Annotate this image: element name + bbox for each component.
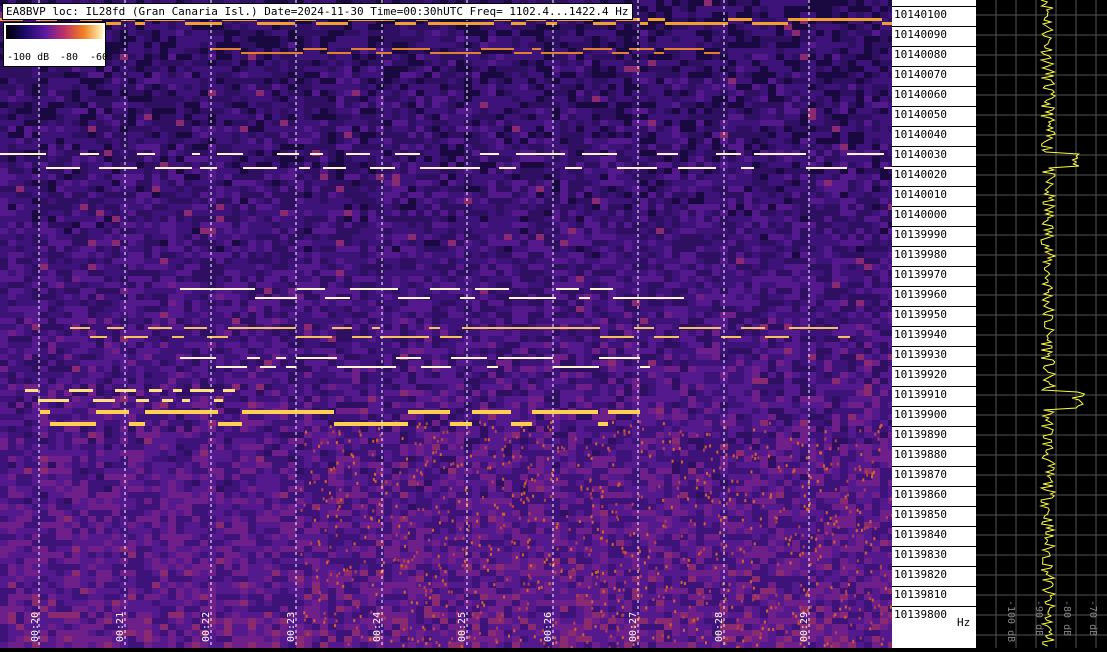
freq-tick: 10139980 <box>892 246 976 266</box>
freq-tick: 10140050 <box>892 106 976 126</box>
freq-tick: 10139830 <box>892 546 976 566</box>
waterfall-display[interactable] <box>0 0 892 648</box>
db-label: -100 dB <box>1005 600 1016 642</box>
freq-label: 10140040 <box>894 128 947 141</box>
freq-unit-label: Hz <box>957 616 970 629</box>
time-label: 00:23 <box>286 612 297 642</box>
freq-label: 10139850 <box>894 508 947 521</box>
freq-tick: 10139920 <box>892 366 976 386</box>
freq-tick: 10139910 <box>892 386 976 406</box>
freq-label: 10140100 <box>894 8 947 21</box>
freq-label: 10140050 <box>894 108 947 121</box>
time-label: 00:24 <box>372 612 383 642</box>
legend-label-max: -60 <box>90 52 108 63</box>
freq-label: 10139820 <box>894 568 947 581</box>
freq-tick: 10139990 <box>892 226 976 246</box>
spectrum-trace <box>976 0 1107 648</box>
freq-label: 10140080 <box>894 48 947 61</box>
freq-label: 10140070 <box>894 68 947 81</box>
freq-tick: 10140000 <box>892 206 976 226</box>
freq-label: 10139930 <box>894 348 947 361</box>
freq-tick: 10139850 <box>892 506 976 526</box>
freq-label: 10139920 <box>894 368 947 381</box>
freq-tick: 10140010 <box>892 186 976 206</box>
time-label: 00:22 <box>201 612 212 642</box>
freq-tick: 10140020 <box>892 166 976 186</box>
freq-label: 10139800 <box>894 608 947 621</box>
freq-tick: 10139870 <box>892 466 976 486</box>
freq-label: 10140090 <box>894 28 947 41</box>
freq-label: 10139890 <box>894 428 947 441</box>
freq-tick: 10140060 <box>892 86 976 106</box>
freq-tick: 10139950 <box>892 306 976 326</box>
freq-label: 10139970 <box>894 268 947 281</box>
waterfall-canvas <box>0 0 892 648</box>
legend-label-min: -100 dB <box>7 52 49 63</box>
freq-label: 10139900 <box>894 408 947 421</box>
color-legend: -100 dB -80 -60 <box>3 22 106 67</box>
freq-label: 10139830 <box>894 548 947 561</box>
freq-label: 10140010 <box>894 188 947 201</box>
freq-label: 10140020 <box>894 168 947 181</box>
freq-tick: 10140100 <box>892 6 976 26</box>
freq-label: 10139840 <box>894 528 947 541</box>
freq-label: 10139980 <box>894 248 947 261</box>
freq-label: 10139940 <box>894 328 947 341</box>
freq-label: 10139960 <box>894 288 947 301</box>
freq-label: 10140000 <box>894 208 947 221</box>
freq-tick: 10139860 <box>892 486 976 506</box>
freq-label: 10139910 <box>894 388 947 401</box>
freq-tick: 10140040 <box>892 126 976 146</box>
time-label: 00:20 <box>30 612 41 642</box>
freq-label: 10140030 <box>894 148 947 161</box>
freq-tick: 10139890 <box>892 426 976 446</box>
freq-tick: 10140080 <box>892 46 976 66</box>
freq-label: 10139860 <box>894 488 947 501</box>
freq-tick: 10139900 <box>892 406 976 426</box>
freq-label: 10139880 <box>894 448 947 461</box>
freq-tick: 10139810 <box>892 586 976 606</box>
db-label: -90 dB <box>1033 600 1044 636</box>
freq-tick: 10139940 <box>892 326 976 346</box>
db-label: -70 dB <box>1087 600 1098 636</box>
freq-tick: 10140030 <box>892 146 976 166</box>
time-label: 00:28 <box>714 612 725 642</box>
header-title: EA8BVP loc: IL28fd (Gran Canaria Isl.) D… <box>2 3 633 20</box>
time-label: 00:25 <box>457 612 468 642</box>
freq-label: 10139870 <box>894 468 947 481</box>
time-label: 00:29 <box>799 612 810 642</box>
freq-tick: 10139960 <box>892 286 976 306</box>
freq-label: 10140060 <box>894 88 947 101</box>
time-label: 00:26 <box>543 612 554 642</box>
freq-tick: 10140070 <box>892 66 976 86</box>
freq-tick: 10139880 <box>892 446 976 466</box>
freq-tick: 10139820 <box>892 566 976 586</box>
freq-label: 10139810 <box>894 588 947 601</box>
freq-tick: 10139840 <box>892 526 976 546</box>
legend-label-mid: -80 <box>60 52 78 63</box>
spectrum-panel: -100 dB -90 dB -80 dB -70 dB <box>976 0 1107 648</box>
db-label: -80 dB <box>1061 600 1072 636</box>
freq-tick: 10140090 <box>892 26 976 46</box>
legend-gradient <box>6 25 103 39</box>
freq-label: 10139990 <box>894 228 947 241</box>
freq-tick: 10139970 <box>892 266 976 286</box>
freq-label: 10139950 <box>894 308 947 321</box>
time-label: 00:27 <box>628 612 639 642</box>
time-label: 00:21 <box>115 612 126 642</box>
freq-tick: 10139930 <box>892 346 976 366</box>
